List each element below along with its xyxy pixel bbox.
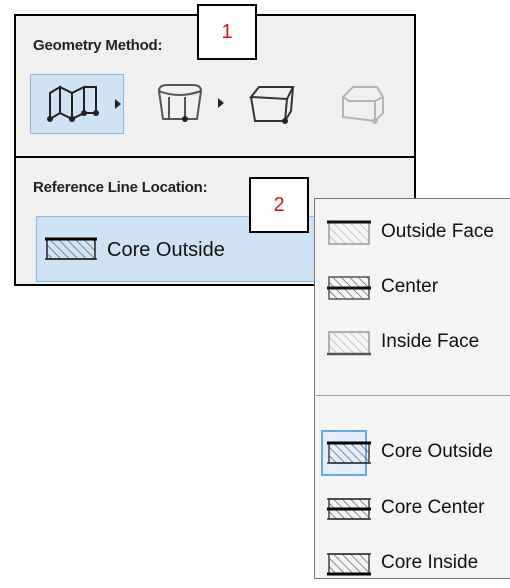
trapezoid-wall-icon xyxy=(157,84,203,122)
callout-1: 1 xyxy=(197,4,257,60)
reference-line-label: Reference Line Location: xyxy=(33,179,208,196)
center-icon xyxy=(327,276,371,300)
menu-item-inside-face[interactable]: Inside Face xyxy=(315,317,510,367)
menu-item-label: Core Inside xyxy=(381,552,479,573)
menu-item-label: Outside Face xyxy=(381,221,494,242)
core-inside-icon xyxy=(327,553,371,576)
core-outside-icon xyxy=(327,441,371,464)
geometry-option-straight[interactable] xyxy=(30,74,124,134)
menu-item-label: Core Outside xyxy=(381,441,493,462)
inside-face-icon xyxy=(327,331,371,356)
menu-item-core-center[interactable]: Core Center xyxy=(315,483,510,533)
outside-face-icon xyxy=(327,220,371,245)
menu-item-label: Core Center xyxy=(381,497,485,518)
callout-2: 2 xyxy=(249,177,309,233)
chevron-right-icon xyxy=(218,98,224,108)
menu-item-center[interactable]: Center xyxy=(315,262,510,312)
menu-separator xyxy=(316,395,510,396)
geometry-method-label: Geometry Method: xyxy=(33,37,163,54)
geometry-option-slanted[interactable] xyxy=(242,74,304,134)
menu-item-outside-face[interactable]: Outside Face xyxy=(315,207,510,257)
menu-item-label: Center xyxy=(381,276,439,297)
double-slanted-wall-icon xyxy=(341,86,385,124)
core-outside-icon xyxy=(45,237,97,260)
chevron-right-icon xyxy=(115,99,121,109)
menu-item-core-outside[interactable]: Core Outside xyxy=(315,427,510,477)
straight-wall-icon xyxy=(47,85,99,122)
slanted-wall-icon xyxy=(249,86,295,124)
core-center-icon xyxy=(327,498,371,520)
geometry-option-trapezoid[interactable] xyxy=(140,74,226,134)
geometry-option-double-slanted[interactable] xyxy=(330,74,396,134)
reference-line-menu: Outside Face Center Inside Face Core Out… xyxy=(314,198,510,579)
section-divider xyxy=(16,156,414,158)
reference-line-value: Core Outside xyxy=(107,239,225,261)
menu-item-label: Inside Face xyxy=(381,331,480,352)
menu-item-core-inside[interactable]: Core Inside xyxy=(315,538,510,588)
